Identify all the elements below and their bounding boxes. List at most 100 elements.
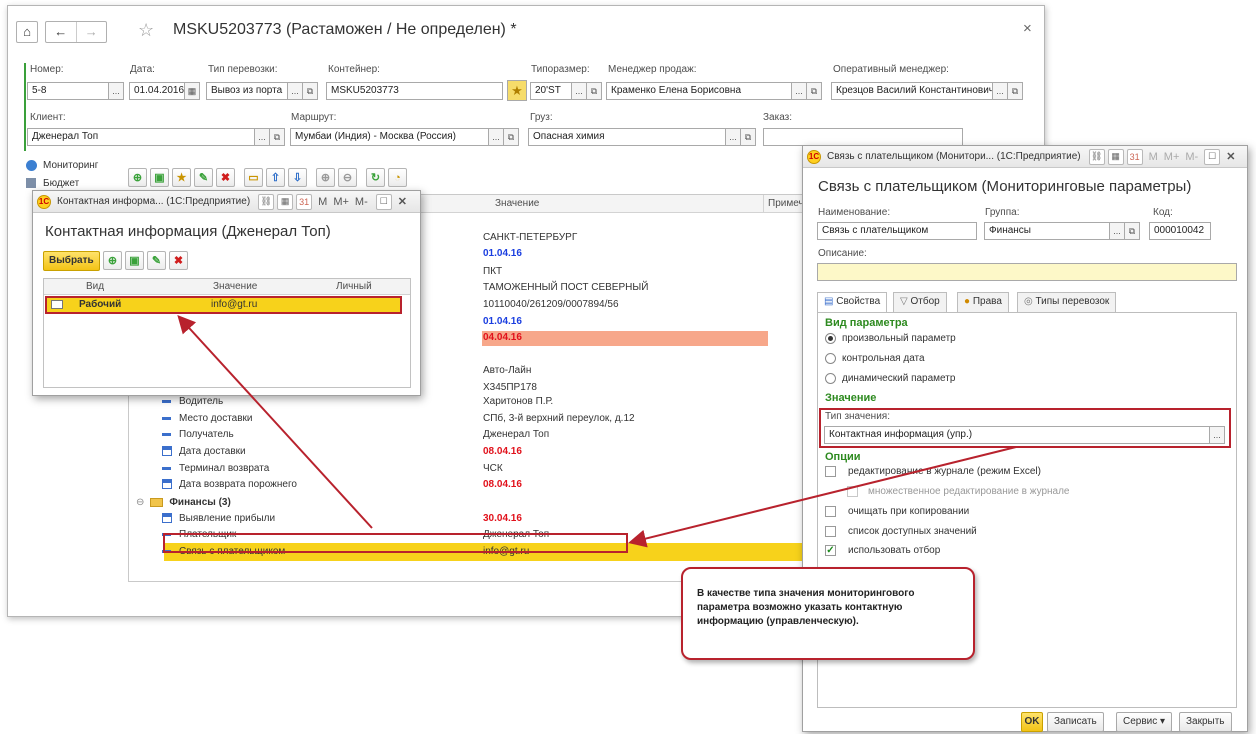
tree-row-name[interactable]: Дата возврата порожнего (162, 479, 297, 490)
size-select-button[interactable]: ... (571, 82, 587, 100)
collapse-icon[interactable]: ⊖ (338, 168, 357, 187)
calendar-icon[interactable]: 31 (296, 193, 313, 210)
cargo-field[interactable]: Опасная химия (528, 128, 726, 146)
edit-icon[interactable]: ✎ (147, 251, 166, 270)
close-button[interactable]: Закрыть (1179, 712, 1232, 732)
tree-row-name[interactable]: Выявление прибыли (162, 513, 275, 524)
order-field[interactable] (763, 128, 963, 146)
client-field[interactable]: Дженерал Топ (27, 128, 255, 146)
oper-select-button[interactable]: ... (992, 82, 1008, 100)
memory-mminus-button[interactable]: M- (1185, 151, 1198, 163)
service-button[interactable]: Сервис ▾ (1116, 712, 1173, 732)
add-icon[interactable]: ⊕ (103, 251, 122, 270)
radio-arbitrary[interactable] (825, 333, 836, 344)
add-copy-icon[interactable]: ▣ (150, 168, 169, 187)
memory-mplus-button[interactable]: M+ (333, 196, 349, 208)
desc-field[interactable] (817, 263, 1237, 281)
route-field[interactable]: Мумбаи (Индия) - Москва (Россия) (290, 128, 489, 146)
maximize-icon[interactable]: ☐ (1204, 148, 1221, 165)
memory-mminus-button[interactable]: M- (355, 196, 368, 208)
sales-select-button[interactable]: ... (791, 82, 807, 100)
calendar-icon[interactable]: 31 (1126, 148, 1143, 165)
favorite-star-icon[interactable]: ☆ (138, 20, 154, 41)
transport-select-button[interactable]: ... (287, 82, 303, 100)
edit-icon[interactable]: ✎ (194, 168, 213, 187)
group-field[interactable]: Финансы (984, 222, 1110, 240)
name-field[interactable]: Связь с плательщиком (817, 222, 977, 240)
memory-m-button[interactable]: M (1149, 151, 1158, 163)
side-item-monitoring[interactable]: Мониторинг (26, 160, 98, 171)
option-list-checkbox[interactable] (825, 526, 836, 537)
route-select-button[interactable]: ... (488, 128, 504, 146)
size-open-icon[interactable]: ⧉ (586, 82, 602, 100)
forward-arrow-icon[interactable]: → (77, 22, 107, 42)
sales-field[interactable]: Краменко Елена Борисовна (606, 82, 792, 100)
oper-open-icon[interactable]: ⧉ (1007, 82, 1023, 100)
radio-control-date[interactable] (825, 353, 836, 364)
option-multi-checkbox[interactable] (847, 486, 858, 497)
group-select-button[interactable]: ... (1109, 222, 1125, 240)
option-filter-checkbox[interactable]: ✓ (825, 545, 836, 556)
oper-field[interactable]: Крезцов Василий Константинович (831, 82, 993, 100)
type-select-button[interactable]: ... (1209, 426, 1225, 444)
tab-filter[interactable]: ▽ Отбор (893, 292, 947, 312)
back-arrow-icon[interactable]: ← (46, 22, 77, 42)
home-button[interactable]: ⌂ (16, 21, 38, 43)
number-field[interactable]: 5-8 (27, 82, 109, 100)
tab-transport-types[interactable]: ◎ Типы перевозок (1017, 292, 1117, 312)
tree-row-name[interactable]: Получатель (162, 429, 234, 440)
calculator-icon[interactable]: ▦ (1107, 148, 1124, 165)
close-icon[interactable]: × (1023, 20, 1032, 37)
container-star-icon[interactable]: ★ (507, 80, 527, 101)
client-select-button[interactable]: ... (254, 128, 270, 146)
expand-icon[interactable]: ⊕ (316, 168, 335, 187)
refresh-icon[interactable]: ↻ (366, 168, 385, 187)
comment-icon[interactable]: ◔ (388, 168, 407, 187)
tree-row-name[interactable]: Водитель (162, 396, 223, 407)
close-icon[interactable]: ✕ (1226, 150, 1235, 163)
code-field[interactable]: 000010042 (1149, 222, 1211, 240)
radio-dynamic[interactable] (825, 373, 836, 384)
maximize-icon[interactable]: ☐ (375, 193, 392, 210)
add-icon[interactable]: ⊕ (128, 168, 147, 187)
option-clear-checkbox[interactable] (825, 506, 836, 517)
memory-mplus-button[interactable]: M+ (1164, 151, 1180, 163)
tab-properties[interactable]: ▤ Свойства (817, 292, 888, 312)
route-open-icon[interactable]: ⧉ (503, 128, 519, 146)
cargo-open-icon[interactable]: ⧉ (740, 128, 756, 146)
cargo-select-button[interactable]: ... (725, 128, 741, 146)
link-icon[interactable]: ⛓ (1088, 148, 1105, 165)
tree-row-name[interactable]: Место доставки (162, 413, 253, 424)
tree-row-name[interactable]: Терминал возврата (162, 463, 269, 474)
transport-field[interactable]: Вывоз из порта (206, 82, 288, 100)
delete-icon[interactable]: ✖ (169, 251, 188, 270)
date-field[interactable]: 01.04.2016 (129, 82, 185, 100)
type-field[interactable]: Контактная информация (упр.) (824, 426, 1210, 444)
transport-open-icon[interactable]: ⧉ (302, 82, 318, 100)
container-field[interactable]: MSKU5203773 (326, 82, 503, 100)
ok-button[interactable]: OK (1021, 712, 1043, 732)
collapse-toggle-icon[interactable]: ⊖ (136, 497, 144, 508)
tree-row-name[interactable]: ⊖ Финансы (3) (136, 497, 231, 508)
side-item-budget[interactable]: Бюджет (26, 178, 79, 189)
group-open-icon[interactable]: ⧉ (1124, 222, 1140, 240)
save-button[interactable]: Записать (1047, 712, 1104, 732)
option-excel-checkbox[interactable] (825, 466, 836, 477)
tab-rights[interactable]: ● Права (957, 292, 1009, 312)
link-icon[interactable]: ⛓ (258, 193, 275, 210)
folder-icon[interactable]: ▭ (244, 168, 263, 187)
move-up-icon[interactable]: ⇧ (266, 168, 285, 187)
copy-icon[interactable]: ▣ (125, 251, 144, 270)
memory-m-button[interactable]: M (318, 196, 327, 208)
tree-row-name[interactable]: Дата доставки (162, 446, 246, 457)
client-open-icon[interactable]: ⧉ (269, 128, 285, 146)
delete-icon[interactable]: ✖ (216, 168, 235, 187)
number-select-button[interactable]: ... (108, 82, 124, 100)
star-icon[interactable]: ★ (172, 168, 191, 187)
calendar-icon[interactable]: ▦ (184, 82, 200, 100)
select-button[interactable]: Выбрать (43, 251, 100, 271)
size-field[interactable]: 20'ST (530, 82, 572, 100)
sales-open-icon[interactable]: ⧉ (806, 82, 822, 100)
close-icon[interactable]: ✕ (398, 195, 407, 208)
move-down-icon[interactable]: ⇩ (288, 168, 307, 187)
